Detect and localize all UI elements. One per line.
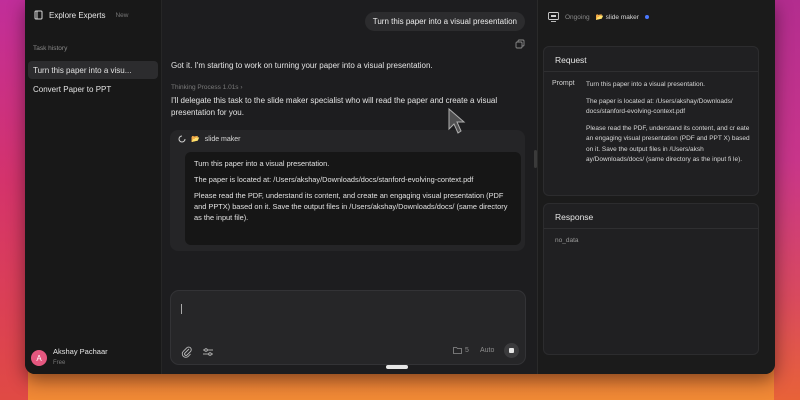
chat-area: Turn this paper into a visual presentati… xyxy=(163,0,533,374)
desktop-wallpaper-right xyxy=(774,0,800,400)
user-plan: Free xyxy=(53,360,66,366)
task-history-item[interactable]: Turn this paper into a visu... xyxy=(28,61,158,79)
folder-emoji-icon: 📂 xyxy=(191,136,200,143)
user-profile[interactable]: A Akshay Pachaar Free xyxy=(31,347,108,366)
desktop-wallpaper-left xyxy=(0,0,28,400)
files-counter[interactable]: 5 xyxy=(453,346,469,354)
brand-label: Explore Experts xyxy=(49,10,106,20)
files-count: 5 xyxy=(465,346,469,354)
status-label: Ongoing xyxy=(565,13,590,21)
monitor-icon xyxy=(548,12,559,22)
paperclip-icon[interactable] xyxy=(181,346,193,358)
divider xyxy=(544,71,758,72)
request-title: Request xyxy=(555,55,587,65)
prompt-label: Prompt xyxy=(552,80,575,87)
new-badge: New xyxy=(115,11,129,19)
stop-button[interactable] xyxy=(504,343,519,358)
assistant-message: Got it. I'm starting to work on turning … xyxy=(171,61,433,70)
settings-sliders-icon[interactable] xyxy=(202,346,214,358)
task-history-item[interactable]: Convert Paper to PPT xyxy=(28,80,158,98)
task-history-heading: Task history xyxy=(33,45,68,52)
status-dot xyxy=(644,15,649,19)
book-icon xyxy=(34,10,43,20)
request-card: Request Prompt Turn this paper into a vi… xyxy=(543,46,759,196)
avatar: A xyxy=(31,350,47,366)
sidebar: Explore Experts New Task history Turn th… xyxy=(25,0,162,374)
agent-detail-panel: Ongoing 📂 slide maker Request Prompt Tur… xyxy=(537,0,775,374)
user-message-bubble: Turn this paper into a visual presentati… xyxy=(364,12,525,31)
prompt-line: Please read the PDF, understand its cont… xyxy=(586,124,750,164)
panel-status-bar: Ongoing 📂 slide maker xyxy=(548,12,649,22)
subtask-line: Turn this paper into a visual presentati… xyxy=(194,159,330,168)
prompt-text: Turn this paper into a visual presentati… xyxy=(586,80,758,172)
folder-emoji-icon: 📂 xyxy=(595,14,604,21)
user-name: Akshay Pachaar xyxy=(53,347,108,356)
mode-selector[interactable]: Auto xyxy=(480,347,494,354)
response-value: no_data xyxy=(555,237,579,244)
stop-icon xyxy=(509,348,514,353)
subtask-prompt: Turn this paper into a visual presentati… xyxy=(185,152,521,245)
explore-experts-link[interactable]: Explore Experts New xyxy=(34,10,128,20)
subtask-line: Please read the PDF, understand its cont… xyxy=(194,191,508,223)
folder-icon xyxy=(453,347,462,354)
subtask-header: 📂 slide maker xyxy=(178,135,241,143)
copy-icon[interactable] xyxy=(515,39,525,49)
prompt-line: Turn this paper into a visual presentati… xyxy=(586,81,705,88)
prompt-line: The paper is located at: /Users/akshay/D… xyxy=(586,97,733,116)
app-window: Explore Experts New Task history Turn th… xyxy=(25,0,775,374)
subtask-card[interactable]: 📂 slide maker Turn this paper into a vis… xyxy=(170,130,525,251)
text-caret xyxy=(181,304,182,314)
mouse-pointer-icon xyxy=(448,107,466,134)
subtask-agent-name: slide maker xyxy=(204,135,241,143)
divider xyxy=(544,228,758,229)
message-composer[interactable]: 5 Auto xyxy=(170,290,526,365)
loading-spinner-icon xyxy=(178,135,186,143)
subtask-line: The paper is located at: /Users/akshay/D… xyxy=(194,175,474,185)
thinking-process-toggle[interactable]: Thinking Process 1.01s › xyxy=(171,84,243,91)
response-title: Response xyxy=(555,212,594,222)
response-card: Response no_data xyxy=(543,203,759,355)
panel-agent-name: slide maker xyxy=(605,13,639,21)
home-indicator xyxy=(386,365,408,369)
